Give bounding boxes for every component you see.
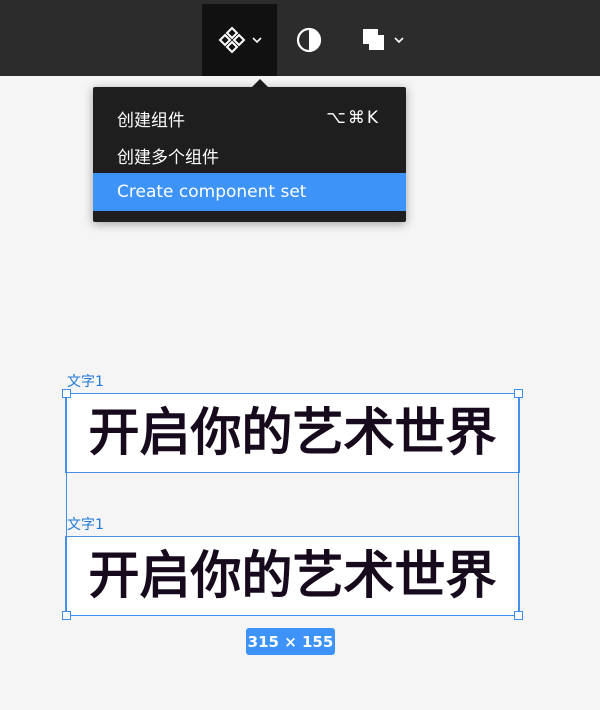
chevron-down-icon [394, 37, 404, 44]
menu-item-create-component[interactable]: 创建组件 ⌥⌘K [93, 99, 406, 137]
menu-item-label: 创建多个组件 [117, 147, 219, 168]
resize-handle-bottom-left[interactable] [62, 611, 71, 620]
boolean-operation-button[interactable] [350, 4, 414, 76]
selection-box [66, 393, 519, 616]
mask-icon [296, 27, 322, 53]
resize-handle-top-left[interactable] [62, 389, 71, 398]
boolean-union-icon [363, 29, 384, 50]
menu-item-label: 创建组件 [117, 110, 185, 131]
menu-item-label: Create component set [117, 182, 307, 202]
component-dropdown-menu: 创建组件 ⌥⌘K 创建多个组件 Create component set [93, 87, 406, 222]
menu-pointer [252, 79, 268, 87]
selection-size-badge: 315 × 155 [246, 628, 335, 655]
resize-handle-bottom-right[interactable] [514, 611, 523, 620]
menu-item-create-multiple-components[interactable]: 创建多个组件 [93, 136, 406, 174]
component-icon [218, 26, 245, 54]
menu-item-create-component-set[interactable]: Create component set [93, 173, 406, 211]
menu-item-shortcut: ⌥⌘K [326, 108, 380, 128]
top-toolbar [0, 0, 600, 76]
chevron-down-icon [251, 37, 262, 44]
frame-label[interactable]: 文字1 [67, 374, 104, 390]
mask-tool-button[interactable] [287, 4, 331, 76]
resize-handle-top-right[interactable] [514, 389, 523, 398]
component-tool-button[interactable] [202, 4, 277, 76]
